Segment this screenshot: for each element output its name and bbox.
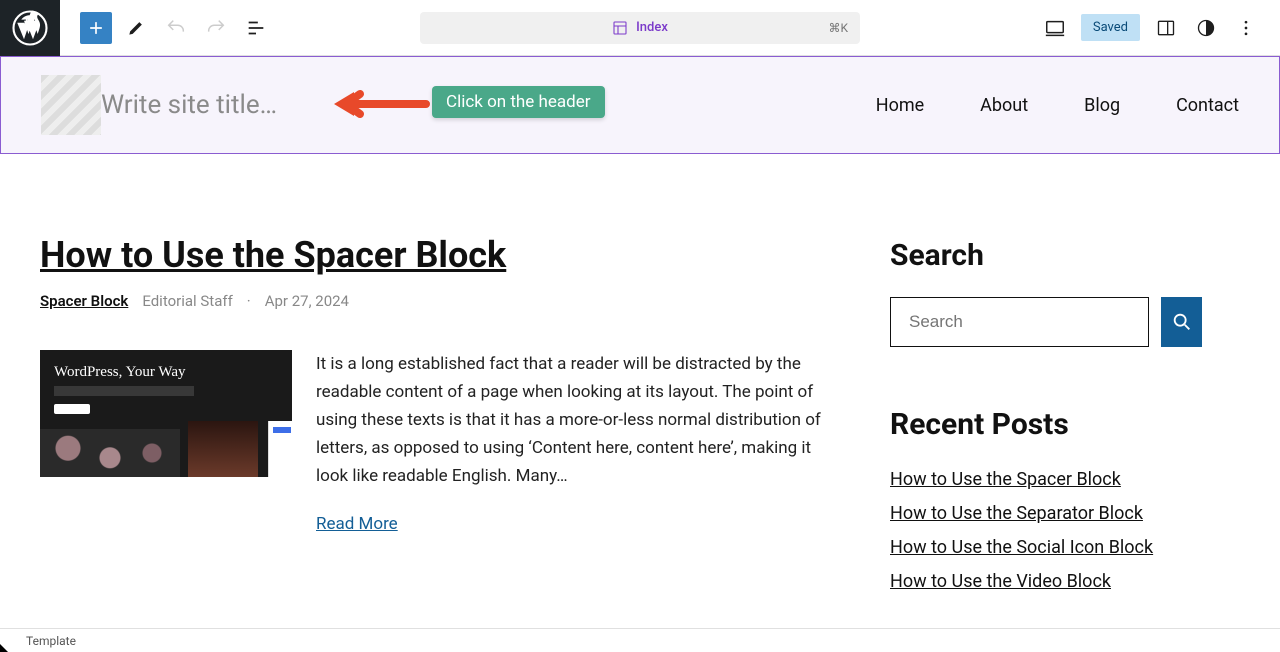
post-featured-image[interactable]: WordPress, Your Way <box>40 350 292 477</box>
recent-post-link[interactable]: How to Use the Video Block <box>890 568 1202 596</box>
instruction-badge: Click on the header <box>432 86 605 118</box>
recent-posts-title: Recent Posts <box>890 407 1202 442</box>
post-excerpt: It is a long established fact that a rea… <box>316 350 830 490</box>
site-title-input[interactable]: Write site title… <box>101 90 277 120</box>
nav-item-home[interactable]: Home <box>876 95 924 116</box>
main-column: How to Use the Spacer Block Spacer Block… <box>40 234 830 596</box>
meta-separator: · <box>247 292 251 310</box>
search-input[interactable] <box>890 297 1149 347</box>
post-text: It is a long established fact that a rea… <box>316 350 830 534</box>
document-overview-button[interactable] <box>240 12 272 44</box>
breadcrumb-bar: Template <box>0 628 1280 652</box>
recent-post-link[interactable]: How to Use the Social Icon Block <box>890 534 1202 562</box>
site-header-block[interactable]: Write site title… Home About Blog Contac… <box>0 56 1280 154</box>
content-area: How to Use the Spacer Block Spacer Block… <box>0 154 1280 596</box>
search-form <box>890 297 1202 347</box>
redo-button[interactable] <box>200 12 232 44</box>
sidebar-column: Search Recent Posts How to Use the Space… <box>890 234 1202 596</box>
resize-handle-icon <box>0 644 8 652</box>
nav-item-about[interactable]: About <box>980 95 1028 116</box>
toolbar-left-group <box>60 12 272 44</box>
thumb-heading: WordPress, Your Way <box>54 364 185 381</box>
site-navigation: Home About Blog Contact <box>876 95 1239 116</box>
add-block-button[interactable] <box>80 12 112 44</box>
saved-button[interactable]: Saved <box>1081 14 1140 41</box>
recent-post-link[interactable]: How to Use the Separator Block <box>890 500 1202 528</box>
nav-item-contact[interactable]: Contact <box>1176 95 1239 116</box>
edit-mode-button[interactable] <box>120 12 152 44</box>
breadcrumb-item[interactable]: Template <box>26 634 76 648</box>
site-logo-placeholder[interactable] <box>41 75 101 135</box>
command-shortcut: ⌘K <box>828 21 848 35</box>
view-desktop-button[interactable] <box>1041 14 1069 42</box>
template-name: Index <box>636 20 668 35</box>
layout-icon <box>612 20 628 36</box>
search-icon <box>1171 311 1193 333</box>
search-submit-button[interactable] <box>1161 297 1202 347</box>
options-menu-button[interactable] <box>1232 14 1260 42</box>
read-more-link[interactable]: Read More <box>316 514 398 534</box>
post-author: Editorial Staff <box>142 292 232 310</box>
post-title-link[interactable]: How to Use the Spacer Block <box>40 234 830 276</box>
recent-post-link[interactable]: How to Use the Spacer Block <box>890 466 1202 494</box>
instruction-arrow-icon <box>330 86 430 122</box>
template-selector[interactable]: Index ⌘K <box>420 12 860 44</box>
post-category-link[interactable]: Spacer Block <box>40 292 128 310</box>
post-date: Apr 27, 2024 <box>265 292 349 310</box>
wordpress-logo[interactable] <box>0 0 60 56</box>
post-body: WordPress, Your Way It is a long establi… <box>40 350 830 534</box>
post-meta: Spacer Block Editorial Staff · Apr 27, 2… <box>40 292 830 310</box>
recent-posts-list: How to Use the Spacer Block How to Use t… <box>890 466 1202 596</box>
nav-item-blog[interactable]: Blog <box>1084 95 1120 116</box>
toolbar-right-group: Saved <box>1041 14 1280 42</box>
search-widget-title: Search <box>890 238 1202 273</box>
undo-button[interactable] <box>160 12 192 44</box>
settings-sidebar-toggle[interactable] <box>1152 14 1180 42</box>
editor-top-toolbar: Index ⌘K Saved <box>0 0 1280 56</box>
styles-button[interactable] <box>1192 14 1220 42</box>
